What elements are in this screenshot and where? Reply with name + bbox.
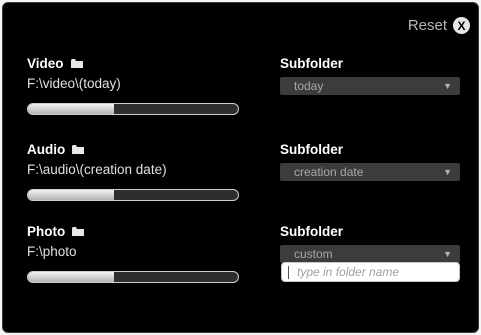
reset-button[interactable]: Reset X bbox=[408, 17, 470, 34]
subfolder-select[interactable]: creation date ▼ bbox=[280, 163, 460, 181]
progress-fill bbox=[28, 104, 115, 114]
progress-fill bbox=[28, 272, 115, 282]
chevron-down-icon: ▼ bbox=[443, 167, 452, 177]
chevron-down-icon: ▼ bbox=[443, 249, 452, 259]
folder-icon[interactable] bbox=[70, 59, 83, 68]
section-title-label: Audio bbox=[27, 142, 66, 157]
folder-name-input[interactable]: type in folder name bbox=[281, 262, 460, 282]
import-settings-panel: Reset X Video F:\video\(today) Subfolder… bbox=[2, 2, 479, 333]
subfolder-select[interactable]: today ▼ bbox=[280, 77, 460, 95]
section-title-label: Video bbox=[27, 56, 64, 71]
folder-path: F:\photo bbox=[27, 244, 77, 259]
storage-progress-bar bbox=[27, 189, 239, 201]
storage-progress-bar bbox=[27, 271, 239, 283]
subfolder-selected-value: today bbox=[294, 79, 324, 93]
folder-name-placeholder: type in folder name bbox=[297, 265, 400, 279]
subfolder-label: Subfolder bbox=[280, 224, 343, 239]
subfolder-select[interactable]: custom ▼ bbox=[280, 245, 460, 263]
folder-icon[interactable] bbox=[72, 227, 85, 236]
folder-icon[interactable] bbox=[72, 145, 85, 154]
progress-fill bbox=[28, 190, 115, 200]
close-icon[interactable]: X bbox=[453, 17, 470, 34]
folder-path: F:\video\(today) bbox=[27, 76, 121, 91]
subfolder-selected-value: creation date bbox=[294, 165, 364, 179]
text-caret bbox=[288, 265, 289, 279]
subfolder-label: Subfolder bbox=[280, 56, 343, 71]
subfolder-selected-value: custom bbox=[294, 247, 333, 261]
section-title: Video bbox=[27, 56, 83, 71]
storage-progress-bar bbox=[27, 103, 239, 115]
folder-path: F:\audio\(creation date) bbox=[27, 162, 167, 177]
photo-section: Photo F:\photo Subfolder custom ▼ type i… bbox=[3, 224, 478, 304]
video-section: Video F:\video\(today) Subfolder today ▼ bbox=[3, 56, 478, 136]
audio-section: Audio F:\audio\(creation date) Subfolder… bbox=[3, 142, 478, 222]
section-title-label: Photo bbox=[27, 224, 66, 239]
reset-label: Reset bbox=[407, 17, 447, 34]
section-title: Audio bbox=[27, 142, 85, 157]
chevron-down-icon: ▼ bbox=[443, 81, 452, 91]
section-title: Photo bbox=[27, 224, 85, 239]
subfolder-label: Subfolder bbox=[280, 142, 343, 157]
